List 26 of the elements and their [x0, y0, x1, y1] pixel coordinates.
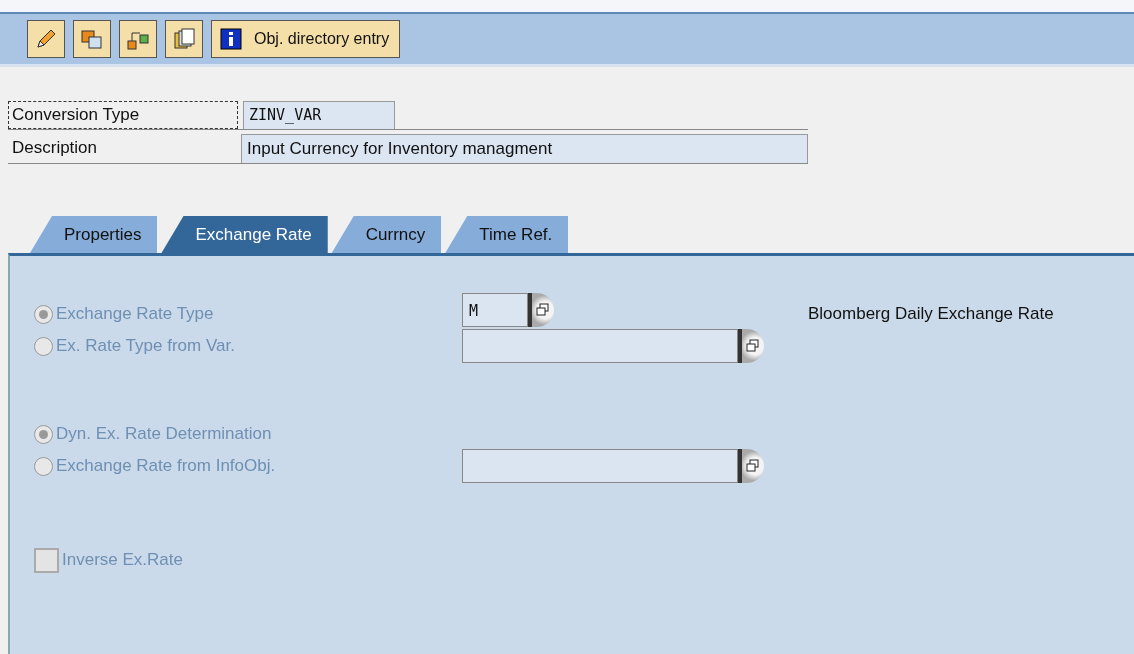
pencil-icon	[34, 27, 58, 51]
rate-type-description: Bloomberg Daily Exchange Rate	[808, 304, 1054, 324]
copy-button[interactable]	[73, 20, 111, 58]
value-help-button[interactable]	[528, 293, 554, 327]
windows-icon	[746, 459, 760, 473]
windows-icon	[746, 339, 760, 353]
value-help-button[interactable]	[738, 329, 764, 363]
conversion-type-field[interactable]: ZINV_VAR	[243, 101, 395, 129]
info-icon	[220, 28, 242, 50]
squares-icon	[80, 27, 104, 51]
tab[interactable]: Currncy	[331, 216, 442, 253]
input-field[interactable]	[462, 449, 738, 483]
hierarchy-button[interactable]	[119, 20, 157, 58]
tab[interactable]: Exchange Rate	[161, 216, 328, 253]
tab[interactable]: Time Ref.	[445, 216, 569, 253]
field-label: Conversion Type	[8, 101, 238, 129]
windows-icon	[536, 303, 550, 317]
field-label: Description	[11, 137, 99, 159]
documents-button[interactable]	[165, 20, 203, 58]
documents-icon	[172, 27, 196, 51]
description-field[interactable]: Input Currency for Inventory managment	[241, 134, 808, 163]
input-field[interactable]	[462, 329, 738, 363]
obj-directory-button[interactable]: Obj. directory entry	[211, 20, 401, 58]
value-help-button[interactable]	[738, 449, 764, 483]
edit-button[interactable]	[27, 20, 65, 58]
tab[interactable]: Properties	[30, 216, 158, 253]
